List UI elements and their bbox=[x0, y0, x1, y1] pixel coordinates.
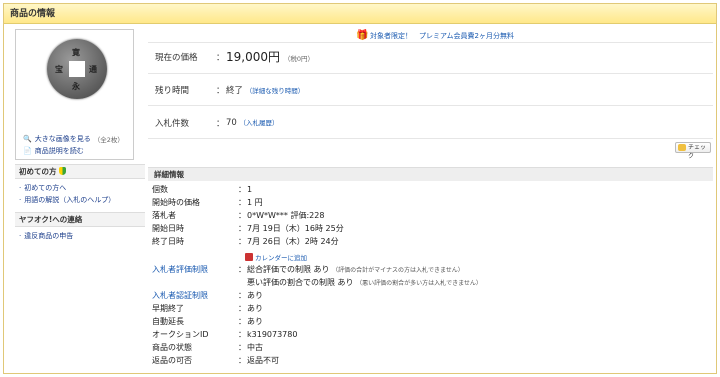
bid-history-link[interactable]: （入札履歴） bbox=[240, 119, 279, 127]
beginner-mark-icon bbox=[58, 167, 66, 175]
detail-heading: 詳細情報 bbox=[148, 167, 713, 181]
coin-char-right: 通 bbox=[89, 65, 97, 74]
time-detail-link[interactable]: （詳細な残り時間） bbox=[246, 87, 305, 95]
coin-char-left: 宝 bbox=[55, 65, 63, 74]
time-label: 残り時間 bbox=[155, 86, 190, 96]
coin-char-bottom: 永 bbox=[72, 82, 80, 91]
premium-promo-link[interactable]: 🎁 対象者限定！ プレミアム会員費2ヶ月分無料 bbox=[356, 31, 514, 41]
add-calendar-link[interactable]: カレンダーに追加 bbox=[245, 252, 307, 262]
current-price: 19,000円 （税0円） bbox=[226, 50, 314, 64]
gift-icon: 🎁 bbox=[356, 30, 369, 41]
check-icon bbox=[678, 144, 686, 151]
auth-limit-link[interactable]: 入札者認証制限 bbox=[152, 290, 232, 302]
price-label: 現在の価格 bbox=[155, 53, 198, 63]
image-box: 寛 通 永 宝 🔍 大きな画像を見る （全2枚） 📄 商品説明を読む bbox=[15, 29, 134, 160]
rating-limit-link[interactable]: 入札者評価制限 bbox=[152, 264, 232, 276]
report-link[interactable]: 違反商品の申告 bbox=[19, 231, 73, 241]
beginners-link[interactable]: 初めての方へ bbox=[19, 183, 66, 193]
beginners-heading: 初めての方 bbox=[15, 164, 145, 179]
bids-value: 70 （入札履歴） bbox=[226, 118, 279, 128]
description-link[interactable]: 📄 商品説明を読む bbox=[23, 146, 84, 156]
item-photo[interactable]: 寛 通 永 宝 bbox=[47, 39, 107, 99]
document-icon: 📄 bbox=[23, 147, 32, 155]
bids-label: 入札件数 bbox=[155, 119, 190, 129]
contact-heading: ヤフオク!への連絡 bbox=[15, 212, 145, 227]
panel-title: 商品の情報 bbox=[4, 4, 716, 24]
glossary-link[interactable]: 用語の解説（入札のヘルプ） bbox=[19, 195, 115, 205]
item-info-panel: 商品の情報 寛 通 永 宝 🔍 大きな画像を見る （全2枚） 📄 商品説明を読む… bbox=[3, 3, 717, 374]
coin-char-top: 寛 bbox=[72, 48, 80, 57]
check-button[interactable]: チェック bbox=[675, 142, 711, 160]
large-image-link[interactable]: 🔍 大きな画像を見る （全2枚） bbox=[23, 134, 124, 144]
magnifier-icon: 🔍 bbox=[23, 135, 32, 143]
calendar-icon bbox=[245, 253, 253, 261]
time-value: 終了 （詳細な残り時間） bbox=[226, 86, 305, 96]
